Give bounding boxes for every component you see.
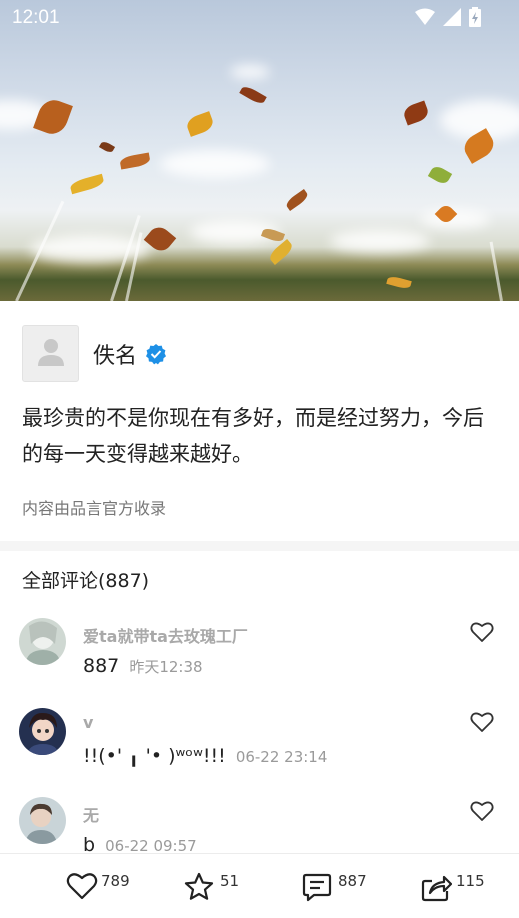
- verified-badge-icon: [145, 343, 167, 365]
- comment-icon: [302, 873, 332, 902]
- like-button[interactable]: 789: [64, 854, 144, 918]
- author-row[interactable]: 佚名: [22, 325, 167, 382]
- author-name[interactable]: 佚名: [93, 338, 137, 370]
- author-avatar[interactable]: [22, 325, 79, 382]
- commenter-avatar[interactable]: [19, 618, 66, 665]
- commenter-name[interactable]: 爱ta就带ta去玫瑰工厂: [83, 623, 248, 647]
- battery-icon: [469, 7, 481, 31]
- commenter-name[interactable]: v: [83, 713, 93, 732]
- heart-icon[interactable]: [470, 711, 494, 733]
- comment-time: 06-22 23:14: [235, 748, 328, 766]
- star-icon: [184, 872, 214, 900]
- share-icon: [421, 875, 452, 902]
- wifi-icon: [415, 8, 435, 30]
- bottom-action-bar: 789 51 887 115: [0, 853, 519, 918]
- commenter-avatar[interactable]: [19, 797, 66, 844]
- section-divider: [0, 541, 519, 551]
- heart-icon: [66, 873, 98, 900]
- comment-count: 887: [338, 872, 367, 890]
- heart-icon[interactable]: [470, 800, 494, 822]
- status-bar: 12:01: [0, 0, 519, 36]
- comment-text: !!(•' ╻ '• )ʷᵒʷ!!!: [83, 745, 226, 767]
- source-note: 内容由品言官方收录: [22, 499, 167, 518]
- like-count: 789: [101, 872, 130, 890]
- header-image: 12:01: [0, 0, 519, 301]
- quote-text: 最珍贵的不是你现在有多好，而是经过努力，今后的每一天变得越来越好。: [22, 406, 484, 466]
- favorite-button[interactable]: 51: [183, 854, 253, 918]
- favorite-count: 51: [220, 872, 240, 890]
- share-button[interactable]: 115: [420, 854, 500, 918]
- comment-text: 887: [83, 655, 120, 677]
- comment-item[interactable]: v !!(•' ╻ '• )ʷᵒʷ!!! 06-22 23:14: [0, 708, 519, 788]
- share-count: 115: [456, 872, 485, 890]
- comment-item[interactable]: 爱ta就带ta去玫瑰工厂 887 昨天12:38: [0, 618, 519, 698]
- comments-title: 全部评论(887): [22, 570, 150, 592]
- heart-icon[interactable]: [470, 621, 494, 643]
- signal-icon: [443, 8, 461, 30]
- comment-time: 昨天12:38: [129, 658, 203, 676]
- status-time: 12:01: [12, 7, 60, 28]
- commenter-avatar[interactable]: [19, 708, 66, 755]
- user-placeholder-icon: [36, 336, 66, 372]
- comment-button[interactable]: 887: [302, 854, 382, 918]
- commenter-name[interactable]: 无: [83, 802, 99, 826]
